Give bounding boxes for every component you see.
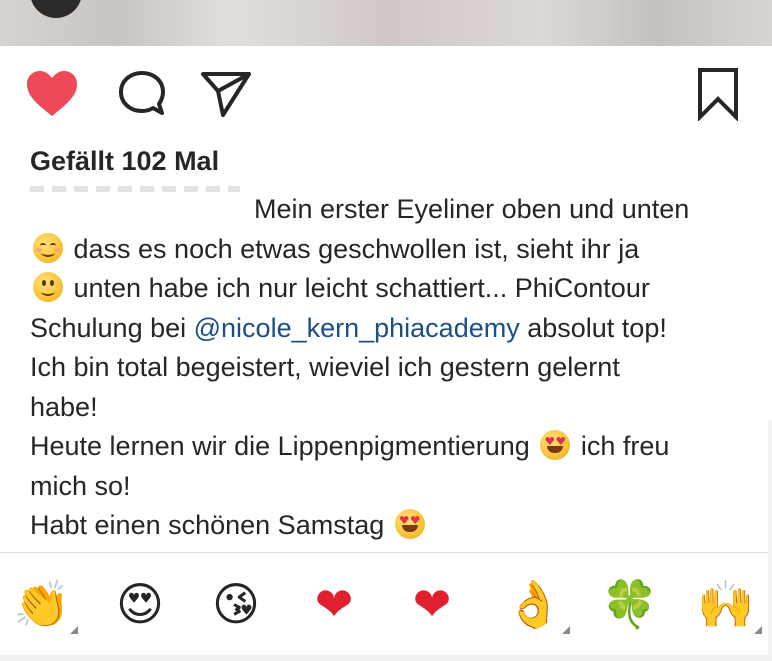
bookmark-icon [698,68,738,121]
send-icon [201,72,251,117]
emoji-key-clapping-hands[interactable]: 👏 [6,572,78,636]
four-leaf-clover-icon: 🍀 [601,577,659,631]
scroll-edge [768,420,772,661]
emoji-key-four-leaf-clover[interactable]: 🍀 [594,572,666,636]
caption-text: Ich bin total begeistert, wieviel ich ge… [30,352,620,382]
caption-text: Habt einen schönen Samstag [30,510,392,540]
caption-text: Heute lernen wir die Lippenpigmentierung [30,431,538,461]
caption-text: absolut top! [519,312,667,343]
caption-line: Heute lernen wir die Lippenpigmentierung… [30,427,746,467]
caption-line: Mein erster Eyeliner oben und unten [30,190,746,230]
variant-indicator-icon [70,626,78,634]
caption-text: unten habe ich nur leicht schattiert... … [66,273,650,303]
variant-indicator-icon [562,626,570,634]
emoji-key-red-heart[interactable]: ❤ [396,572,468,636]
caption-line: Ich bin total begeistert, wieviel ich ge… [30,348,746,388]
caption-line: mich so! [30,467,746,507]
comment-button[interactable] [114,66,170,122]
likes-count[interactable]: Gefällt 102 Mal [30,146,219,177]
caption-text: Mein erster Eyeliner oben und unten [254,194,690,224]
caption-text: mich so! [30,470,131,501]
red-heart-icon: ❤ [412,577,452,631]
emoji-quick-reactions: 👏 😍 😘 ❤ ❤ 👌 🍀 🙌 [0,560,772,650]
caption-line: dass es noch etwas geschwollen ist, sieh… [30,230,746,270]
clapping-hands-icon: 👏 [13,577,71,631]
emoji-key-red-heart[interactable]: ❤ [298,572,370,636]
caption-line: habe! [30,388,746,428]
caption-line: Schulung bei @nicole_kern_phiacademy abs… [30,309,746,349]
caption-line: unten habe ich nur leicht schattiert... … [30,269,746,309]
caption-text: Schulung bei [30,312,194,343]
variant-indicator-icon [754,626,762,634]
heart-eyes-icon: 😍 [116,577,164,631]
comment-icon [119,71,165,115]
like-button[interactable] [24,66,80,122]
heart-filled-icon [27,71,77,116]
keyboard-edge [0,655,772,661]
emoji-key-ok-hand[interactable]: 👌 [498,572,570,636]
caption-text: dass es noch etwas geschwollen ist, sieh… [66,233,640,264]
red-heart-icon: ❤ [314,577,354,631]
divider [0,552,772,553]
share-button[interactable] [198,66,254,122]
emoji-key-raising-hands[interactable]: 🙌 [690,572,762,636]
avatar[interactable] [30,0,82,18]
face-blowing-kiss-icon: 😘 [212,577,260,631]
caption-text: ich freu [573,431,670,461]
heart-eyes-emoji [540,430,571,460]
caption-line: Habt einen schönen Samstag [30,506,746,546]
ok-hand-icon: 👌 [505,577,563,631]
emoji-key-face-blowing-kiss[interactable]: 😘 [200,572,272,636]
caption-text: habe! [30,391,98,422]
post-caption: Mein erster Eyeliner oben und unten dass… [30,190,746,546]
raising-hands-icon: 🙌 [697,577,755,631]
smiling-face-emoji [33,232,63,263]
slightly-smiling-face-emoji [33,272,63,302]
post-image[interactable] [0,0,772,46]
mention-link[interactable]: @nicole_kern_phiacademy [194,313,520,343]
post-action-bar [0,66,772,122]
heart-eyes-emoji [394,509,425,539]
emoji-key-heart-eyes[interactable]: 😍 [104,572,176,636]
save-button[interactable] [690,66,746,122]
